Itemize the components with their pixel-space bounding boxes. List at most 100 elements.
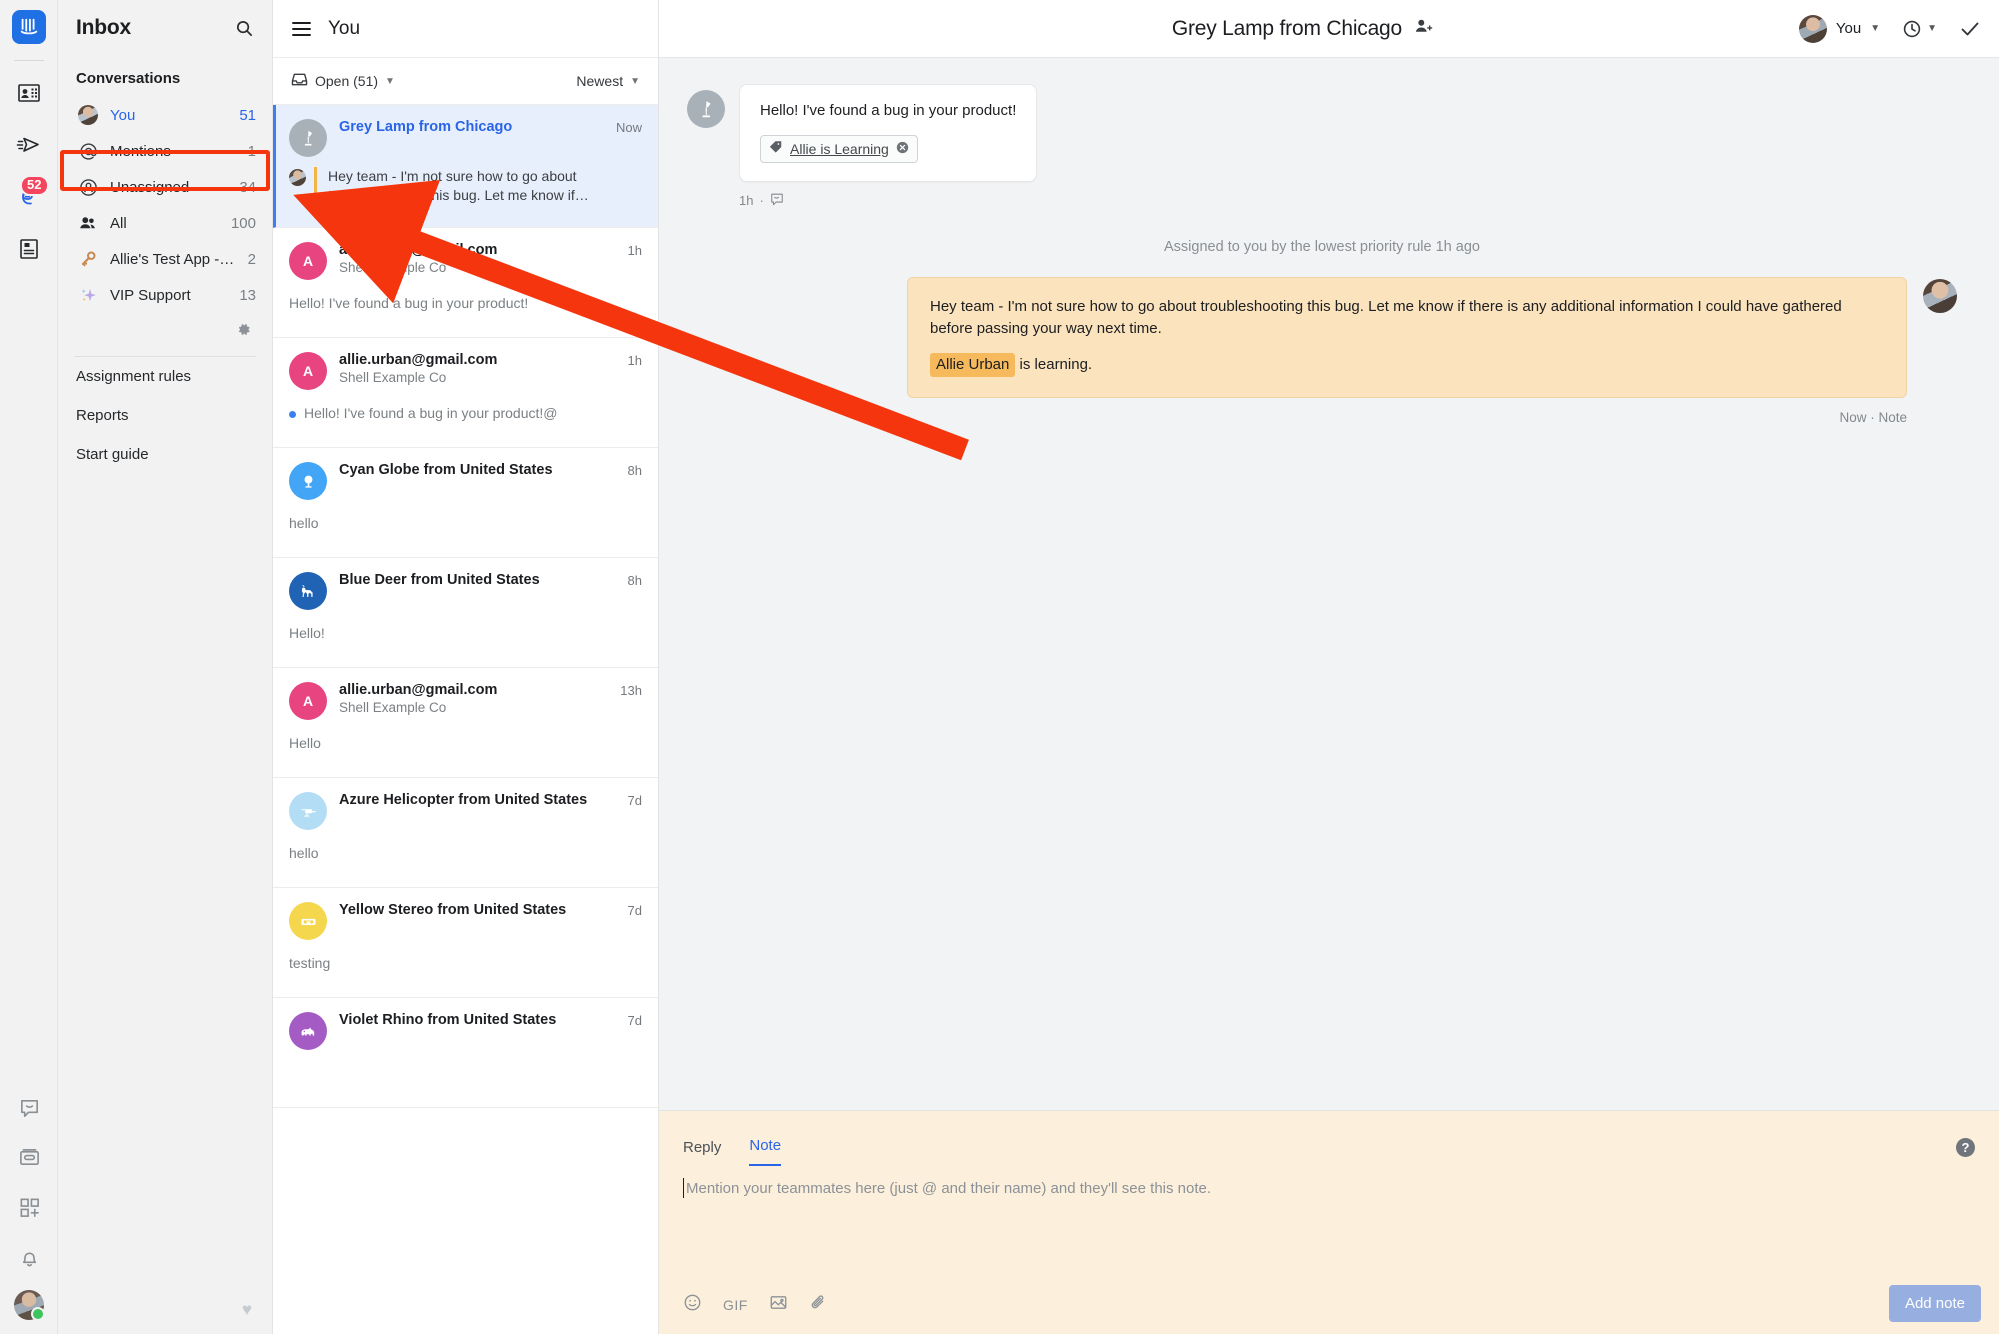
conversation-preview: Hello! I've found a bug in your product!…: [289, 404, 642, 422]
contacts-icon[interactable]: [7, 67, 51, 119]
snooze-button[interactable]: ▼: [1902, 19, 1937, 39]
avatar: A: [289, 682, 327, 720]
conversation-list-item[interactable]: Blue Deer from United States 8h Hello!: [273, 558, 658, 668]
gear-icon[interactable]: [58, 313, 272, 338]
conversation-list-item[interactable]: Grey Lamp from Chicago Now Hey team - I'…: [273, 105, 658, 228]
tab-note[interactable]: Note: [749, 1137, 782, 1166]
bell-icon[interactable]: [7, 1232, 51, 1282]
sort-filter[interactable]: Newest ▼: [576, 73, 640, 89]
sidebar-item-label: Mentions: [110, 142, 171, 160]
conversation-preview-text: Hello! I've found a bug in your product!…: [304, 405, 558, 421]
sidebar-item-unassigned[interactable]: Unassigned 34: [58, 169, 272, 205]
sidebar-item-you[interactable]: You 51: [58, 97, 272, 133]
outbound-icon[interactable]: [7, 119, 51, 171]
composer: Reply Note ? Mention your teammates here…: [659, 1110, 1999, 1334]
avatar-icon: [76, 105, 100, 125]
user-avatar[interactable]: [14, 1290, 45, 1321]
news-icon[interactable]: [7, 1132, 51, 1182]
conversation-list-item[interactable]: Azure Helicopter from United States 7d h…: [273, 778, 658, 888]
conversation-company: Shell Example Co: [339, 370, 447, 385]
state-filter-label: Open (51): [315, 73, 379, 89]
conversation-name: allie.urban@gmail.com: [339, 352, 498, 368]
conversation-name: Grey Lamp from Chicago: [339, 119, 513, 135]
conversation-list-scroll[interactable]: Grey Lamp from Chicago Now Hey team - I'…: [273, 105, 658, 1334]
inbox-conversations-icon[interactable]: 52: [7, 171, 51, 223]
avatar-initial: A: [302, 363, 314, 379]
sidebar-header: Inbox: [58, 0, 272, 52]
emoji-icon[interactable]: [683, 1293, 702, 1317]
note-mention-line: Allie Urban is learning.: [930, 352, 1884, 378]
conversation-preview: hello: [289, 844, 642, 862]
rail-divider: [13, 60, 44, 61]
conversation-actions: You ▼ ▼: [1798, 14, 1981, 43]
conversation-preview: testing: [289, 954, 642, 972]
conversation-name: allie.urban@gmail.com: [339, 682, 498, 698]
sidebar-item-mentions[interactable]: Mentions 1: [58, 133, 272, 169]
tab-reply[interactable]: Reply: [683, 1139, 721, 1166]
left-icon-rail: 52: [0, 0, 58, 1334]
mention-pill[interactable]: Allie Urban: [930, 352, 1016, 378]
unread-badge: 52: [20, 175, 49, 197]
conversation-name: Blue Deer from United States: [339, 572, 540, 588]
state-filter[interactable]: Open (51) ▼: [291, 72, 395, 90]
sort-filter-label: Newest: [576, 73, 624, 89]
sidebar-item-count: 13: [239, 286, 256, 304]
messenger-icon[interactable]: [7, 1082, 51, 1132]
sidebar-link-start-guide[interactable]: Start guide: [58, 435, 272, 474]
sidebar-item-count: 51: [239, 106, 256, 124]
attachment-icon[interactable]: [809, 1293, 828, 1317]
conversation-name: Azure Helicopter from United States: [339, 792, 588, 808]
page-title: Inbox: [76, 16, 131, 39]
conversation-time: 8h: [627, 573, 642, 588]
message-time: 1h: [739, 193, 754, 209]
composer-tabs: Reply Note: [659, 1111, 1999, 1166]
conversation-list-item[interactable]: A allie.urban@gmail.com Shell Example Co…: [273, 338, 658, 448]
remove-tag-icon[interactable]: [896, 141, 909, 157]
avatar: [289, 1012, 327, 1050]
sidebar-item-vip-support[interactable]: VIP Support 13: [58, 277, 272, 313]
conversation-list-item[interactable]: A allie.urban@gmail.com Shell Example Co…: [273, 668, 658, 778]
conversation-list-item[interactable]: A allie.urban@gmail.com Shell Example Co…: [273, 228, 658, 338]
conversation-tag[interactable]: Allie is Learning: [760, 135, 918, 164]
chevron-down-icon: ▼: [1927, 23, 1937, 34]
sidebar-item-all[interactable]: All 100: [58, 205, 272, 241]
image-icon[interactable]: [769, 1293, 788, 1317]
message-meta: 1h ·: [739, 192, 1957, 209]
note-input[interactable]: Mention your teammates here (just @ and …: [683, 1178, 1975, 1198]
sidebar-link-assignment-rules[interactable]: Assignment rules: [58, 357, 272, 396]
intercom-logo[interactable]: [11, 10, 46, 44]
gif-icon[interactable]: GIF: [723, 1297, 748, 1313]
conversation-list-item[interactable]: Violet Rhino from United States 7d: [273, 998, 658, 1108]
apps-add-icon[interactable]: [7, 1182, 51, 1232]
conversation-name: Violet Rhino from United States: [339, 1012, 557, 1028]
hamburger-icon[interactable]: [291, 20, 312, 38]
message-bubble: Hello! I've found a bug in your product!…: [739, 84, 1038, 183]
tag-icon: [769, 140, 783, 157]
messenger-channel-icon: [770, 192, 784, 209]
articles-icon[interactable]: [7, 223, 51, 275]
conversation-list-item[interactable]: Yellow Stereo from United States 7d test…: [273, 888, 658, 998]
assignee-label: You: [1835, 20, 1862, 37]
add-note-button[interactable]: Add note: [1888, 1285, 1981, 1322]
help-icon[interactable]: ?: [1956, 1138, 1975, 1157]
avatar: [1923, 279, 1957, 314]
message-thread: Hello! I've found a bug in your product!…: [659, 58, 1999, 1110]
conversation-preview: Hello: [289, 734, 642, 752]
sidebar-link-reports[interactable]: Reports: [58, 396, 272, 435]
conversation-preview-text: testing: [289, 955, 331, 971]
conversation-list-item[interactable]: Cyan Globe from United States 8h hello: [273, 448, 658, 558]
sidebar-item-test-app[interactable]: Allie's Test App -… 2: [58, 241, 272, 277]
conversation-preview: Hello!: [289, 624, 642, 642]
sidebar-section-label: Conversations: [76, 70, 181, 87]
heart-icon[interactable]: ♥: [242, 1300, 252, 1320]
sidebar-item-count: 34: [239, 178, 256, 196]
unassigned-icon: [76, 178, 100, 197]
incoming-message: Hello! I've found a bug in your product!…: [687, 84, 1957, 183]
close-conversation-button[interactable]: [1959, 19, 1981, 39]
add-person-icon[interactable]: [1414, 17, 1434, 41]
assignee-selector[interactable]: You ▼: [1798, 14, 1881, 43]
search-icon[interactable]: [235, 19, 254, 38]
sparkle-icon: [76, 286, 100, 305]
avatar: [289, 119, 327, 157]
chevron-down-icon: ▼: [1870, 23, 1881, 34]
